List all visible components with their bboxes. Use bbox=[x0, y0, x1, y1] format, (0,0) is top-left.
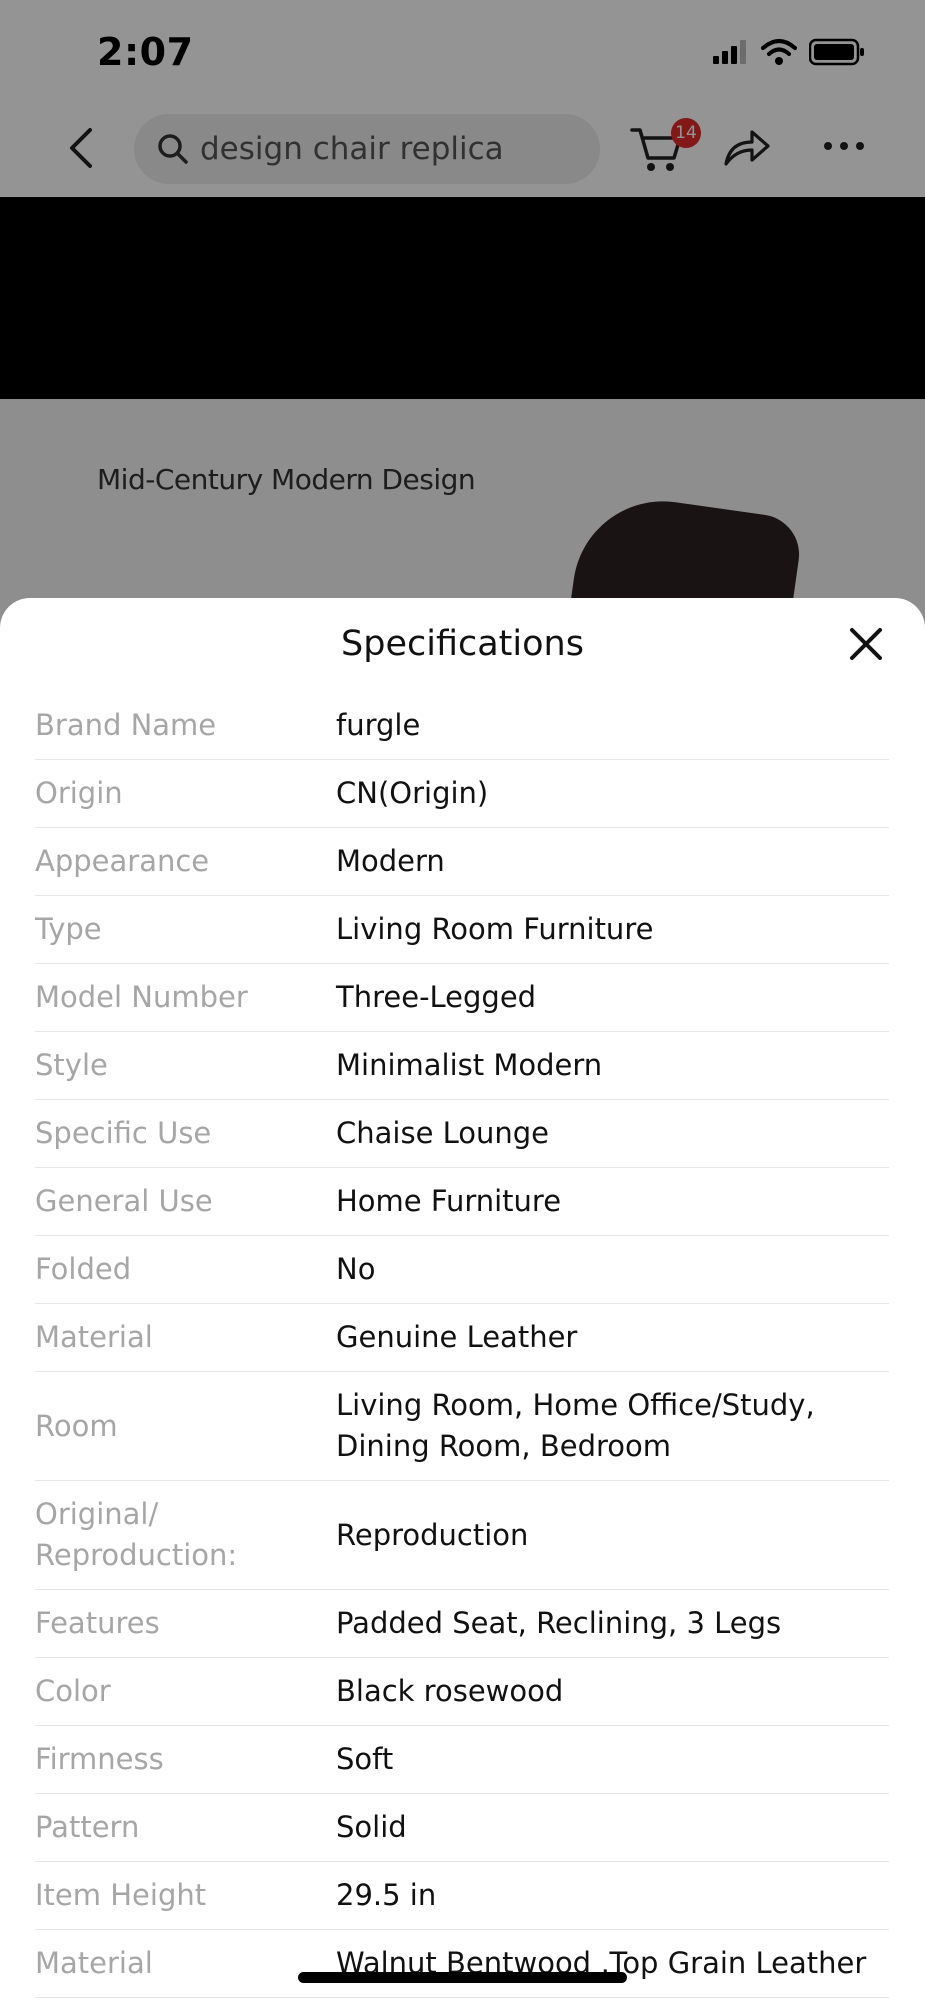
spec-row: Brand Name furgle bbox=[35, 692, 889, 760]
specifications-sheet: Specifications Brand Name furgle Origin … bbox=[0, 598, 925, 2000]
spec-label: Folded bbox=[35, 1252, 132, 1286]
spec-label: Material bbox=[35, 1320, 153, 1354]
spec-value: Modern bbox=[336, 844, 445, 878]
spec-row: Type Living Room Furniture bbox=[35, 896, 889, 964]
spec-label: Room bbox=[35, 1408, 118, 1443]
spec-value: Solid bbox=[336, 1810, 407, 1844]
spec-row: Specific Use Chaise Lounge bbox=[35, 1100, 889, 1168]
spec-value: Reproduction bbox=[336, 1517, 529, 1552]
spec-value: 29.5 in bbox=[336, 1878, 437, 1912]
spec-row: Firmness Soft bbox=[35, 1726, 889, 1794]
spec-row: Folded No bbox=[35, 1236, 889, 1304]
spec-label: Origin bbox=[35, 776, 123, 810]
spec-label: Model Number bbox=[35, 980, 248, 1014]
spec-value: Soft bbox=[336, 1742, 394, 1776]
spec-row: Color Black rosewood bbox=[35, 1658, 889, 1726]
spec-row: Room Living Room, Home Office/Study, Din… bbox=[35, 1372, 889, 1481]
spec-label: Color bbox=[35, 1674, 111, 1708]
spec-row: Pattern Solid bbox=[35, 1794, 889, 1862]
spec-label: Features bbox=[35, 1606, 160, 1640]
spec-value: Home Furniture bbox=[336, 1184, 562, 1218]
spec-list: Brand Name furgle Origin CN(Origin) Appe… bbox=[35, 692, 889, 1998]
spec-label: Item Height bbox=[35, 1878, 207, 1912]
spec-value: CN(Origin) bbox=[336, 776, 489, 810]
close-icon[interactable] bbox=[848, 626, 884, 662]
spec-label: Brand Name bbox=[35, 708, 217, 742]
spec-label: Material bbox=[35, 1946, 153, 1980]
spec-row: Appearance Modern bbox=[35, 828, 889, 896]
spec-value: Living Room, Home Office/Study, Dining R… bbox=[336, 1388, 815, 1463]
spec-value: Minimalist Modern bbox=[336, 1048, 603, 1082]
spec-label: Style bbox=[35, 1048, 108, 1082]
spec-value: No bbox=[336, 1252, 376, 1286]
spec-label: General Use bbox=[35, 1184, 213, 1218]
sheet-title: Specifications bbox=[341, 624, 584, 664]
spec-value: Living Room Furniture bbox=[336, 912, 654, 946]
spec-row: General Use Home Furniture bbox=[35, 1168, 889, 1236]
home-indicator[interactable] bbox=[298, 1972, 627, 1983]
spec-label: Original/ Reproduction: bbox=[35, 1497, 238, 1572]
spec-value: Padded Seat, Reclining, 3 Legs bbox=[336, 1606, 782, 1640]
spec-label: Specific Use bbox=[35, 1116, 212, 1150]
spec-row: Item Height 29.5 in bbox=[35, 1862, 889, 1930]
spec-label: Pattern bbox=[35, 1810, 140, 1844]
spec-label: Appearance bbox=[35, 844, 210, 878]
spec-row: Original/ Reproduction: Reproduction bbox=[35, 1481, 889, 1590]
spec-row: Material Walnut Bentwood ,Top Grain Leat… bbox=[35, 1930, 889, 1998]
spec-value: furgle bbox=[336, 708, 421, 742]
spec-row: Model Number Three-Legged bbox=[35, 964, 889, 1032]
spec-value: Black rosewood bbox=[336, 1674, 564, 1708]
spec-value: Three-Legged bbox=[336, 980, 537, 1014]
spec-row: Features Padded Seat, Reclining, 3 Legs bbox=[35, 1590, 889, 1658]
spec-value: Chaise Lounge bbox=[336, 1116, 550, 1150]
spec-row: Origin CN(Origin) bbox=[35, 760, 889, 828]
spec-row: Material Genuine Leather bbox=[35, 1304, 889, 1372]
spec-row: Style Minimalist Modern bbox=[35, 1032, 889, 1100]
spec-value: Genuine Leather bbox=[336, 1320, 578, 1354]
spec-label: Firmness bbox=[35, 1742, 164, 1776]
spec-label: Type bbox=[35, 912, 102, 946]
